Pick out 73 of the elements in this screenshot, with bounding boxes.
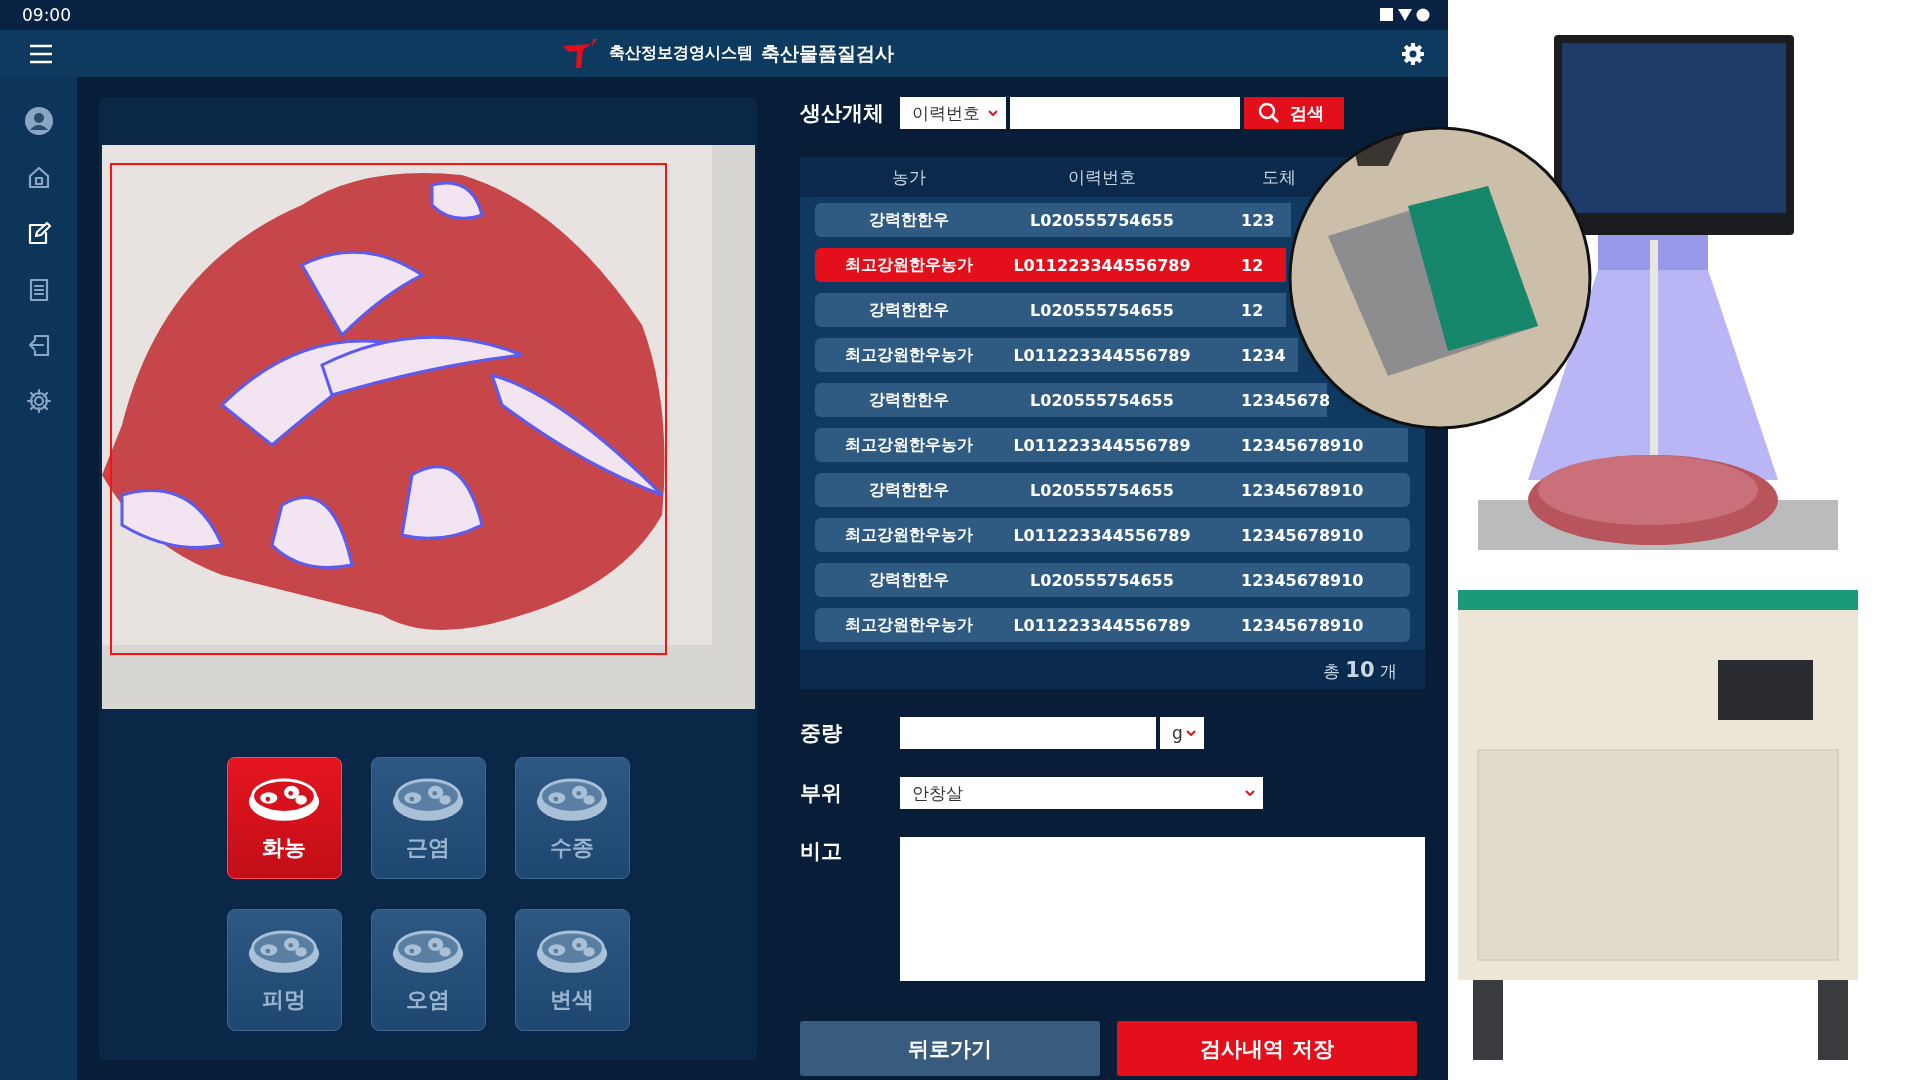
table-cell-text: 12 bbox=[1240, 255, 1265, 275]
table-cell-text: L020555754655 bbox=[1029, 480, 1175, 500]
table-cell-text: L011223344556789 bbox=[1012, 345, 1192, 365]
table-cell-text: 12 bbox=[1240, 300, 1265, 320]
table-row[interactable]: 강력한한우 L020555754655 12 bbox=[815, 293, 1286, 327]
table-cell-text: 최고강원한우농가 bbox=[844, 434, 974, 456]
table-cell-text: 최고강원한우농가 bbox=[844, 254, 974, 276]
field-label: 생산개체 bbox=[800, 100, 885, 127]
user-avatar-icon[interactable] bbox=[24, 107, 53, 135]
table-cell-text: 최고강원한우농가 bbox=[844, 614, 974, 636]
table-cell-text: 123 bbox=[1240, 210, 1276, 230]
category-button[interactable]: 수종 bbox=[514, 757, 630, 879]
notes-field[interactable] bbox=[900, 837, 1425, 981]
caret-icon bbox=[1186, 730, 1196, 736]
table-cell-text: L011223344556789 bbox=[1012, 615, 1192, 635]
search-icon bbox=[1258, 102, 1280, 124]
category-button[interactable]: 오염 bbox=[370, 909, 486, 1031]
search-button[interactable]: 검색 bbox=[1244, 97, 1344, 129]
category-button[interactable]: 피멍 bbox=[226, 909, 342, 1031]
table-cell-text: 12345678910 bbox=[1240, 435, 1365, 455]
settings-icon[interactable] bbox=[1400, 40, 1426, 67]
field-label: 중량 bbox=[800, 720, 843, 747]
table-cell-text: 12345678910 bbox=[1240, 570, 1365, 590]
table-row[interactable]: 최고강원한우농가 L011223344556789 12 bbox=[815, 248, 1286, 282]
app-title: 축산물품질검사 bbox=[760, 40, 894, 66]
settings-icon[interactable] bbox=[24, 387, 53, 415]
save-button[interactable]: 검사내역 저장 bbox=[1117, 1021, 1417, 1076]
table-cell-text: L011223344556789 bbox=[1012, 525, 1192, 545]
table-row[interactable]: 최고강원한우농가 L011223344556789 12345678910 bbox=[815, 608, 1410, 642]
field-label: 부위 bbox=[800, 780, 843, 807]
table-cell-text: 최고강원한우농가 bbox=[844, 524, 974, 546]
status-icons bbox=[1380, 7, 1430, 23]
table-cell-text: L020555754655 bbox=[1029, 300, 1175, 320]
table-cell-text: 강력한한우 bbox=[868, 569, 950, 591]
search-field[interactable] bbox=[1010, 97, 1240, 129]
cut-dropdown[interactable]: 안창살 bbox=[900, 777, 1263, 809]
column-header: 농가 bbox=[891, 165, 927, 189]
category-button[interactable]: 화농 bbox=[226, 757, 342, 879]
caret-icon bbox=[988, 110, 998, 116]
total-count: 총 10 개 bbox=[1322, 661, 1397, 681]
table-cell-text: 12345678910 bbox=[1240, 525, 1365, 545]
table-cell-text: 12345678910 bbox=[1240, 615, 1365, 635]
table-cell-text: L020555754655 bbox=[1029, 390, 1175, 410]
table-cell-text: 강력한한우 bbox=[868, 389, 950, 411]
table-cell-text: 1234 bbox=[1240, 345, 1287, 365]
table-cell-text: 강력한한우 bbox=[868, 479, 950, 501]
category-button[interactable]: 근염 bbox=[370, 757, 486, 879]
filter-dropdown[interactable]: 이력번호 bbox=[900, 97, 1006, 129]
table-cell-text: 강력한한우 bbox=[868, 299, 950, 321]
table-cell-text: 최고강원한우농가 bbox=[844, 344, 974, 366]
system-name: 축산정보경영시스템 bbox=[608, 43, 753, 64]
table-row[interactable]: 강력한한우 L020555754655 12345678910 bbox=[815, 473, 1410, 507]
table-cell-text: L011223344556789 bbox=[1012, 255, 1192, 275]
table-cell-text: L020555754655 bbox=[1029, 210, 1175, 230]
unit-dropdown[interactable]: g bbox=[1160, 717, 1204, 749]
column-header: 도체 bbox=[1261, 165, 1297, 189]
table-row[interactable]: 강력한한우 L020555754655 123 bbox=[815, 203, 1291, 237]
column-header: 이력번호 bbox=[1067, 165, 1137, 189]
clock-time: 09:00 bbox=[22, 5, 71, 25]
weight-field[interactable] bbox=[900, 717, 1156, 749]
table-row[interactable]: 최고강원한우농가 L011223344556789 1234 bbox=[815, 338, 1298, 372]
table-cell-text: L020555754655 bbox=[1029, 570, 1175, 590]
caret-icon bbox=[1245, 790, 1255, 796]
table-cell-text: 강력한한우 bbox=[868, 209, 950, 231]
back-button[interactable]: 뒤로가기 bbox=[800, 1021, 1100, 1076]
field-label: 비고 bbox=[800, 838, 843, 865]
table-cell-text: 12345678910 bbox=[1240, 480, 1365, 500]
table-cell-text: L011223344556789 bbox=[1012, 435, 1192, 455]
table-row[interactable]: 강력한한우 L020555754655 12345678 bbox=[815, 383, 1327, 417]
table-row[interactable]: 최고강원한우농가 L011223344556789 12345678910 bbox=[815, 518, 1410, 552]
category-button[interactable]: 변색 bbox=[514, 909, 630, 1031]
table-row[interactable]: 최고강원한우농가 L011223344556789 12345678910 bbox=[815, 428, 1408, 462]
table-row[interactable]: 강력한한우 L020555754655 12345678910 bbox=[815, 563, 1410, 597]
